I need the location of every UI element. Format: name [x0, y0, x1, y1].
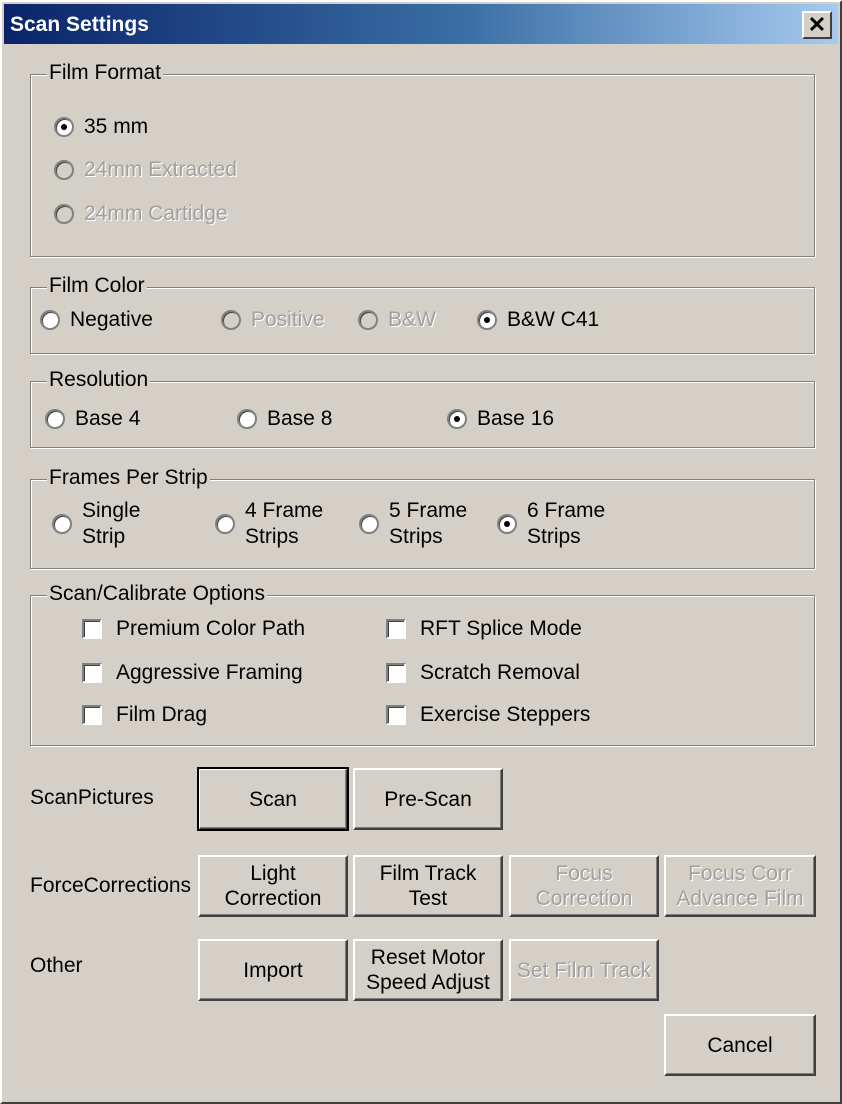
radio-24mm-extracted[interactable]: 24mm Extracted [54, 158, 237, 182]
checkbox-film-drag-label: Film Drag [116, 703, 208, 726]
radio-base-16-label: Base 16 [477, 407, 555, 430]
checkbox-exercise-steppers[interactable]: Exercise Steppers [386, 703, 590, 727]
radio-negative[interactable]: Negative [40, 308, 153, 332]
radio-base-4-label: Base 4 [75, 407, 141, 430]
title-bar[interactable]: Scan Settings ✕ [4, 4, 838, 44]
checkbox-premium-color-path-label: Premium Color Path [116, 617, 306, 640]
film-track-test-button[interactable]: Film Track Test [353, 855, 503, 917]
film-color-label: Film Color [47, 274, 147, 298]
scan-button[interactable]: Scan [197, 767, 349, 831]
pre-scan-button[interactable]: Pre-Scan [353, 768, 503, 830]
set-film-track-button[interactable]: Set Film Track [509, 939, 659, 1001]
checkbox-rft-splice-mode[interactable]: RFT Splice Mode [386, 617, 582, 641]
close-icon: ✕ [807, 12, 827, 37]
checkbox-scratch-removal-box [386, 663, 406, 683]
radio-positive-indicator [221, 310, 241, 330]
radio-bw-c41[interactable]: B&W C41 [477, 308, 599, 332]
import-button[interactable]: Import [198, 939, 348, 1001]
checkbox-aggressive-framing-box [82, 663, 102, 683]
radio-4-frame-strips-indicator [215, 514, 235, 534]
radio-24mm-cartridge[interactable]: 24mm Cartidge [54, 202, 228, 226]
radio-single-strip[interactable]: Single Strip [52, 498, 140, 550]
radio-single-strip-label: Single Strip [82, 499, 141, 548]
radio-positive-label: Positive [251, 308, 325, 331]
checkbox-rft-splice-mode-label: RFT Splice Mode [420, 617, 582, 640]
radio-base-8[interactable]: Base 8 [237, 407, 332, 431]
radio-35mm-label: 35 mm [84, 115, 149, 138]
resolution-label: Resolution [47, 368, 151, 392]
radio-6-frame-strips-indicator [497, 514, 517, 534]
force-corrections-label: ForceCorrections [30, 874, 192, 897]
radio-bw[interactable]: B&W [358, 308, 436, 332]
checkbox-scratch-removal-label: Scratch Removal [420, 661, 580, 684]
radio-24mm-cartridge-indicator [54, 204, 74, 224]
radio-6-frame-strips-label: 6 Frame Strips [527, 499, 606, 548]
radio-5-frame-strips[interactable]: 5 Frame Strips [359, 498, 467, 550]
radio-positive[interactable]: Positive [221, 308, 325, 332]
other-label: Other [30, 954, 83, 977]
window-title: Scan Settings [10, 13, 149, 36]
radio-bw-indicator [358, 310, 378, 330]
radio-bw-c41-label: B&W C41 [507, 308, 600, 331]
radio-base-4-indicator [45, 409, 65, 429]
radio-negative-label: Negative [70, 308, 153, 331]
checkbox-exercise-steppers-label: Exercise Steppers [420, 703, 591, 726]
radio-base-16-indicator [447, 409, 467, 429]
radio-base-8-label: Base 8 [267, 407, 333, 430]
checkbox-scratch-removal[interactable]: Scratch Removal [386, 661, 580, 685]
radio-single-strip-indicator [52, 514, 72, 534]
checkbox-exercise-steppers-box [386, 705, 406, 725]
radio-6-frame-strips[interactable]: 6 Frame Strips [497, 498, 605, 550]
film-format-label: Film Format [47, 61, 163, 85]
radio-24mm-extracted-indicator [54, 160, 74, 180]
radio-negative-indicator [40, 310, 60, 330]
focus-corr-advance-film-button[interactable]: Focus Corr Advance Film [664, 855, 816, 917]
radio-24mm-cartridge-label: 24mm Cartidge [84, 202, 228, 225]
checkbox-rft-splice-mode-box [386, 619, 406, 639]
light-correction-button[interactable]: Light Correction [198, 855, 348, 917]
radio-5-frame-strips-label: 5 Frame Strips [389, 499, 468, 548]
reset-motor-speed-adjust-button[interactable]: Reset Motor Speed Adjust [353, 939, 503, 1001]
radio-bw-c41-indicator [477, 310, 497, 330]
checkbox-film-drag[interactable]: Film Drag [82, 703, 207, 727]
checkbox-premium-color-path[interactable]: Premium Color Path [82, 617, 305, 641]
resolution-group: Resolution [30, 368, 815, 448]
close-button[interactable]: ✕ [802, 11, 832, 39]
scan-options-label: Scan/Calibrate Options [47, 582, 267, 606]
radio-base-16[interactable]: Base 16 [447, 407, 554, 431]
radio-35mm[interactable]: 35 mm [54, 115, 148, 139]
checkbox-aggressive-framing[interactable]: Aggressive Framing [82, 661, 303, 685]
focus-correction-button[interactable]: Focus Correction [509, 855, 659, 917]
radio-base-8-indicator [237, 409, 257, 429]
frames-per-strip-label: Frames Per Strip [47, 466, 210, 490]
radio-4-frame-strips[interactable]: 4 Frame Strips [215, 498, 323, 550]
radio-bw-label: B&W [388, 308, 436, 331]
scan-settings-dialog: Scan Settings ✕ Film Format 35 mm 24mm E… [0, 0, 842, 1104]
radio-4-frame-strips-label: 4 Frame Strips [245, 499, 324, 548]
radio-5-frame-strips-indicator [359, 514, 379, 534]
radio-base-4[interactable]: Base 4 [45, 407, 140, 431]
radio-35mm-indicator [54, 117, 74, 137]
scan-pictures-label: ScanPictures [30, 786, 154, 809]
radio-24mm-extracted-label: 24mm Extracted [84, 158, 237, 181]
checkbox-film-drag-box [82, 705, 102, 725]
checkbox-aggressive-framing-label: Aggressive Framing [116, 661, 303, 684]
checkbox-premium-color-path-box [82, 619, 102, 639]
cancel-button[interactable]: Cancel [664, 1014, 816, 1076]
